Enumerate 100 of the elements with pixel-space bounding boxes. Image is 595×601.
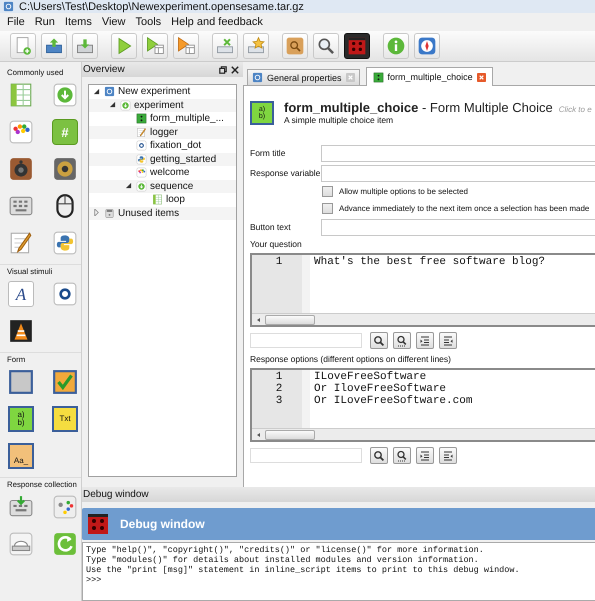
tree-item[interactable]: New experiment [118,86,190,98]
find-button[interactable] [370,332,388,349]
speaker-icon[interactable] [8,156,34,182]
refresh-icon[interactable] [52,531,78,557]
editor-label: Response options (different options on different lines) [250,354,452,364]
replace-button[interactable] [393,332,411,349]
tree-item[interactable]: form_multiple_... [150,113,224,124]
form-icon[interactable] [8,369,34,395]
field-label: Form title [250,148,286,158]
field-label: Response variable [250,168,321,178]
scroll-left-icon[interactable] [256,432,262,438]
compass-icon [417,36,437,56]
tray-star-icon [246,36,266,56]
unindent-icon [442,450,454,462]
checkbox[interactable] [322,186,333,197]
toolbar-button[interactable] [344,33,370,59]
console-line: Type "modules()" for details about installed modules and version information. [86,555,480,565]
collapse-arrow-icon[interactable] [125,182,132,190]
tray-cross-icon [215,36,235,56]
menu-item[interactable]: Tools [130,16,166,28]
scrollbar-thumb[interactable] [265,314,315,324]
line-number: 2 [274,383,284,395]
text-icon[interactable]: A [8,281,34,307]
play-window-icon [145,36,165,56]
horizontal-scrollbar[interactable] [252,313,595,325]
find-button[interactable] [370,447,388,464]
panel-title: Overview [83,64,125,75]
tree-item[interactable]: logger [150,126,178,138]
form-icon [372,72,384,82]
traffic-cone-icon[interactable] [8,318,34,344]
table-icon[interactable] [8,82,34,108]
code-editor[interactable]: 1 What's the best free software blog? [250,253,595,327]
horizontal-scrollbar[interactable] [252,428,595,440]
replace-button[interactable] [393,447,411,464]
checkbox-label: Allow multiple options to be selected [339,187,468,196]
code-line: What's the best free software blog? [314,256,546,268]
input-field[interactable] [321,164,595,182]
line-number: 1 [274,371,284,383]
tab[interactable]: General properties [247,69,360,85]
menu-item[interactable]: Run [30,16,60,28]
search-field[interactable] [250,333,362,348]
indent-button[interactable] [416,332,434,349]
tree-item[interactable]: loop [166,194,185,206]
menu-item[interactable]: View [96,16,130,28]
open-tray-icon [44,36,64,56]
indent-button[interactable] [416,447,434,464]
menu-item[interactable]: Help and feedback [166,16,268,28]
expand-arrow-icon[interactable] [93,209,100,216]
python-icon[interactable] [52,230,78,256]
console-line: Use the "print [msg]" statement in inline_script items to print to this debug window. [86,565,521,575]
search-icon [316,36,336,56]
tree-item[interactable]: welcome [150,167,190,178]
line-number: 1 [274,256,284,268]
banner-title: Debug window [120,517,205,531]
input-field[interactable] [321,218,595,236]
button-box-icon[interactable] [8,531,34,557]
float-icon[interactable] [219,66,227,74]
gamepad-icon[interactable] [52,494,78,520]
notepad-pencil-icon[interactable] [8,230,34,256]
text-input-icon[interactable]: Aa_ [8,443,34,469]
collapse-arrow-icon[interactable] [109,101,116,108]
console-output[interactable] [82,542,595,601]
tab[interactable]: form_multiple_choice [366,67,493,86]
multiple-choice-icon[interactable]: a) b) [8,406,34,432]
unindent-icon [442,334,454,346]
code-line: ILoveFreeSoftware [314,371,428,383]
collapse-arrow-icon[interactable] [93,88,100,95]
menu-item[interactable]: Items [60,16,97,28]
search-field[interactable] [250,448,362,463]
palette-icon[interactable] [8,119,34,145]
checkbox-label: Advance immediately to the next item once a selection has been made [339,204,590,213]
editor-label: Your question [250,239,303,249]
field-label: Button text [250,222,292,232]
item-description: A simple multiple choice item [284,115,394,125]
indent-icon [419,450,431,462]
search-icon [373,450,385,462]
line-number: 3 [274,395,284,407]
form-icon [136,113,147,124]
search-icon [285,36,305,56]
console-line: Type "help()", "copyright()", "credits()" or "license()" for more information. [86,545,485,555]
app-icon [3,1,14,12]
tree-item[interactable]: fixation_dot [150,140,202,152]
item-title: form_multiple_choice - Form Multiple Choice [284,100,553,115]
info-icon [386,36,406,56]
menu-item[interactable]: File [2,16,30,28]
search-icon [396,450,408,462]
text-display-icon[interactable]: Txt [52,406,78,432]
speaker-icon[interactable] [52,156,78,182]
search-icon [373,334,385,346]
code-line: Or IloveFreeSoftware [314,383,448,395]
scroll-left-icon[interactable] [256,316,262,322]
unindent-button[interactable] [439,447,457,464]
close-icon[interactable] [231,66,239,74]
input-field[interactable] [321,144,595,162]
scrollbar-thumb[interactable] [265,430,315,440]
experiment-icon [252,72,263,83]
checkmark-icon[interactable] [52,369,78,395]
code-editor[interactable]: 1 2 3 ILoveFreeSoftware Or IloveFreeSoftware Or ILoveFreeSoftware.com [250,368,595,442]
checkbox[interactable] [322,203,333,214]
unindent-button[interactable] [439,332,457,349]
